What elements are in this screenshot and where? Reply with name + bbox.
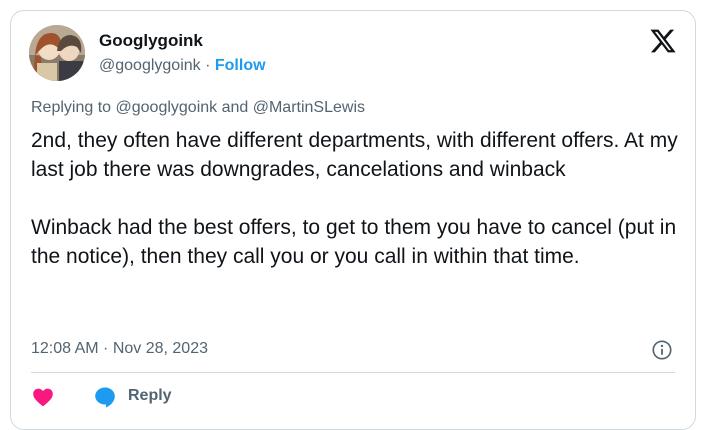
avatar[interactable] <box>29 25 85 81</box>
replying-to: Replying to @googlygoink and @MartinSLew… <box>31 99 365 117</box>
replying-prefix: Replying to <box>31 99 116 116</box>
heart-icon[interactable] <box>31 385 55 409</box>
reply-button[interactable]: Reply <box>128 387 172 405</box>
display-name[interactable]: Googlygoink <box>99 31 203 51</box>
follow-button[interactable]: Follow <box>215 57 266 74</box>
x-logo-icon[interactable] <box>649 27 677 55</box>
tweet-text: 2nd, they often have different departmen… <box>31 129 678 268</box>
reply-bubble-icon[interactable] <box>93 385 117 409</box>
replying-conjunction: and <box>217 99 253 116</box>
separator-dot: · <box>205 57 211 74</box>
tweet-card: Googlygoink @googlygoink · Follow Replyi… <box>10 10 696 430</box>
info-icon[interactable] <box>651 339 673 361</box>
handle-row: @googlygoink · Follow <box>99 57 266 75</box>
mention-link-2[interactable]: @MartinSLewis <box>253 99 365 116</box>
divider <box>31 372 675 373</box>
user-handle[interactable]: @googlygoink <box>99 57 201 74</box>
tweet-timestamp[interactable]: 12:08 AM · Nov 28, 2023 <box>31 340 208 358</box>
mention-link-1[interactable]: @googlygoink <box>116 99 218 116</box>
